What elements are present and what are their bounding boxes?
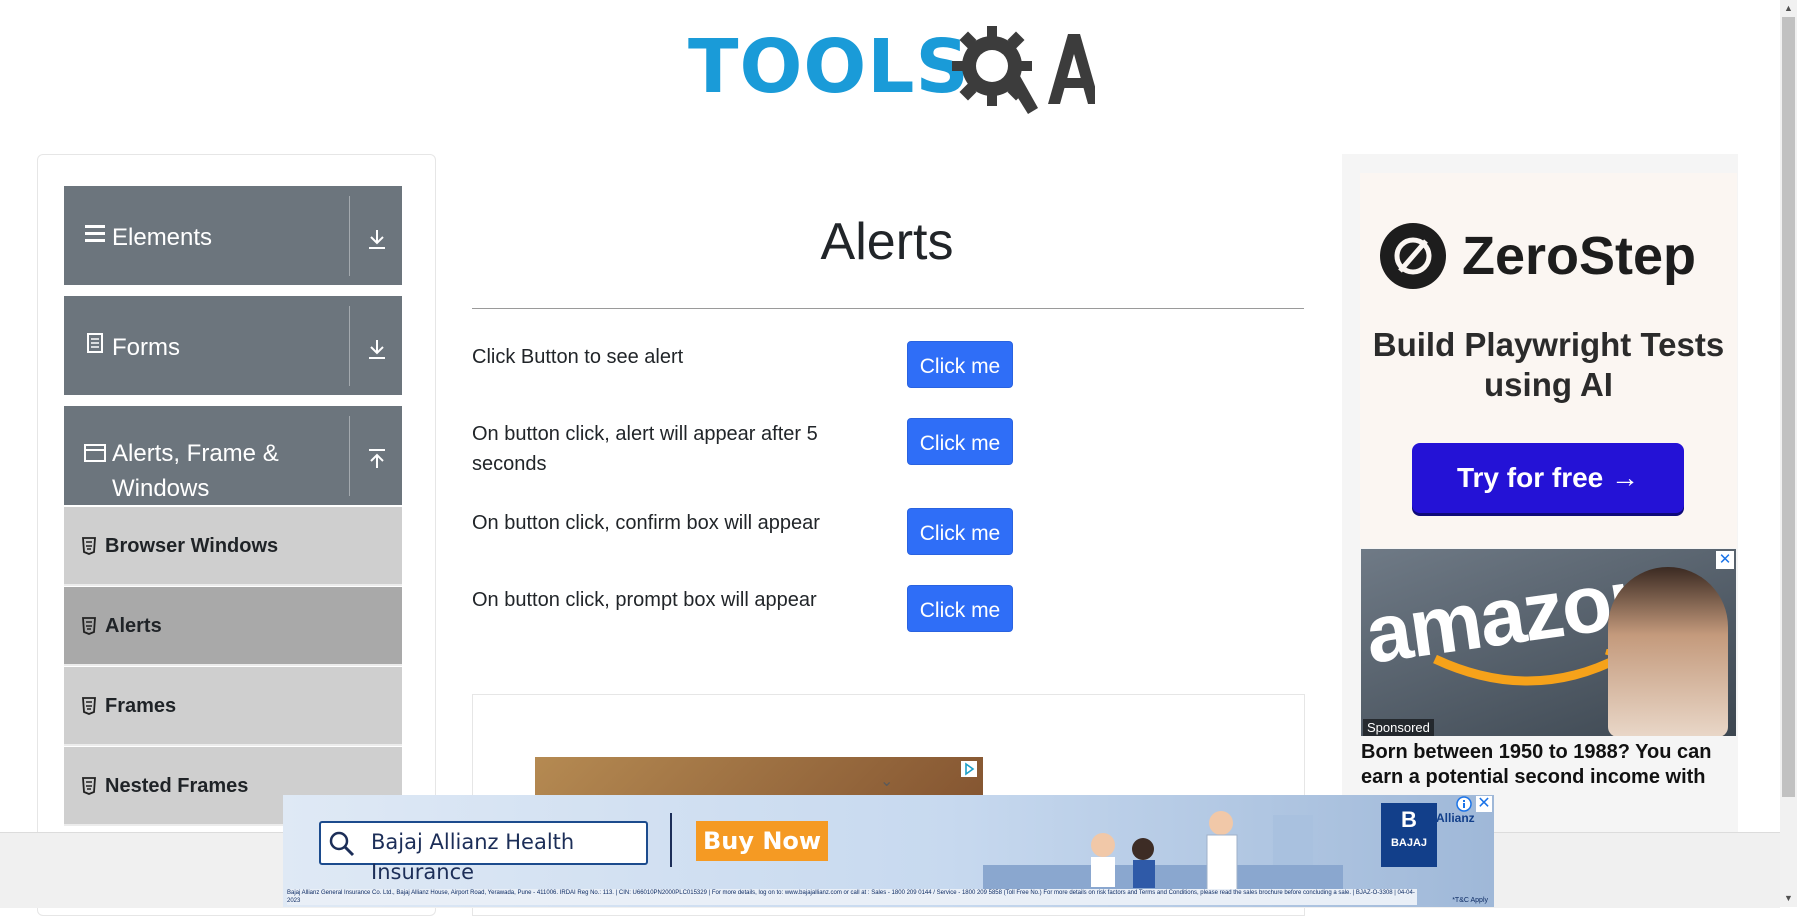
scroll-down-arrow-icon[interactable]: ▼ bbox=[1780, 890, 1797, 907]
hamburger-icon bbox=[85, 225, 105, 242]
zerostep-brand: ZeroStep bbox=[1462, 226, 1697, 286]
timer-alert-row-label: On button click, alert will appear after… bbox=[472, 423, 818, 475]
group-divider bbox=[349, 416, 350, 496]
sidebar-group-forms[interactable]: Forms bbox=[64, 296, 402, 395]
html5-icon bbox=[82, 617, 96, 635]
prompt-row-label: On button click, prompt box will appear bbox=[472, 589, 817, 611]
logo-gear-qa-icon bbox=[952, 26, 1095, 114]
timer-alert-button[interactable]: Click me bbox=[907, 418, 1013, 465]
sidebar-item-browser-windows[interactable]: Browser Windows bbox=[64, 507, 402, 586]
window-icon bbox=[84, 444, 106, 462]
close-icon[interactable]: ✕ bbox=[1716, 551, 1734, 569]
ad-search-text: Bajaj Allianz Health Insurance bbox=[371, 830, 575, 884]
group-divider bbox=[349, 306, 350, 386]
sidebar-group-label: Alerts, Frame & Windows bbox=[112, 436, 279, 506]
ad-separator bbox=[670, 813, 672, 867]
group-divider bbox=[349, 196, 350, 276]
confirm-row-label: On button click, confirm box will appear bbox=[472, 512, 820, 534]
html5-icon bbox=[82, 537, 96, 555]
bajaj-logo-text: BAJAJ bbox=[1390, 837, 1428, 849]
sidebar-group-label: Elements bbox=[112, 224, 213, 251]
search-icon bbox=[329, 831, 355, 857]
sidebar-group-alerts-frame-windows[interactable]: Alerts, Frame & Windows bbox=[64, 406, 402, 505]
alert-button[interactable]: Click me bbox=[907, 341, 1013, 388]
info-icon[interactable] bbox=[1456, 796, 1472, 812]
sidebar-item-label: Nested Frames bbox=[105, 775, 249, 797]
html5-icon bbox=[82, 777, 96, 795]
amazon-ad-headline[interactable]: Born between 1950 to 1988? You can earn … bbox=[1361, 740, 1739, 790]
sidebar-group-label-line1: Alerts, Frame & bbox=[112, 440, 279, 467]
ad-tc-text: *T&C Apply bbox=[1452, 897, 1488, 904]
zerostep-logo-icon bbox=[1380, 223, 1446, 289]
download-icon[interactable] bbox=[364, 226, 390, 252]
html5-icon bbox=[82, 697, 96, 715]
buy-now-button[interactable]: Buy Now bbox=[696, 821, 828, 861]
doctor-family-illustration-icon bbox=[983, 811, 1343, 895]
bajaj-allianz-banner-ad[interactable]: Bajaj Allianz Health Insurance Buy Now B… bbox=[283, 795, 1494, 907]
sidebar-item-label: Browser Windows bbox=[105, 535, 279, 557]
sidebar-item-label: Alerts bbox=[105, 615, 162, 637]
ad-fine-print: Bajaj Allianz General Insurance Co. Ltd.… bbox=[287, 889, 1417, 905]
sidebar-item-label: Frames bbox=[105, 695, 177, 717]
sidebar-group-elements[interactable]: Elements bbox=[64, 186, 402, 285]
try-for-free-button[interactable]: Try for free → bbox=[1412, 443, 1684, 513]
sidebar-item-frames[interactable]: Frames bbox=[64, 667, 402, 746]
bajaj-logo: B BAJAJ bbox=[1381, 803, 1437, 867]
page-title: Alerts bbox=[820, 213, 954, 271]
logo-text-tools: TOOLS bbox=[688, 24, 970, 110]
scrollbar-thumb[interactable] bbox=[1782, 17, 1795, 797]
prompt-button[interactable]: Click me bbox=[907, 585, 1013, 632]
title-divider bbox=[472, 308, 1304, 309]
upload-icon[interactable] bbox=[364, 446, 390, 472]
ad-search-box: Bajaj Allianz Health Insurance bbox=[319, 821, 648, 884]
download-icon[interactable] bbox=[364, 336, 390, 362]
toolsqa-logo[interactable]: TOOLS QA bbox=[688, 18, 1095, 118]
allianz-logo-text: Allianz bbox=[1436, 811, 1475, 825]
amazon-ad-image[interactable]: amazon ✕ Sponsored bbox=[1361, 549, 1736, 736]
close-icon[interactable]: ✕ bbox=[1476, 796, 1492, 812]
confirm-button[interactable]: Click me bbox=[907, 508, 1013, 555]
woman-photo bbox=[1608, 567, 1728, 736]
scroll-up-arrow-icon[interactable]: ▲ bbox=[1780, 0, 1797, 17]
alert-row-label: Click Button to see alert bbox=[472, 346, 684, 368]
sidebar-group-label-line2: Windows bbox=[112, 475, 210, 502]
document-icon bbox=[87, 333, 103, 353]
amazon-smile-icon bbox=[1433, 649, 1631, 686]
sidebar-item-alerts[interactable]: Alerts bbox=[64, 587, 402, 666]
page-scrollbar[interactable]: ▲ ▼ bbox=[1780, 0, 1797, 907]
sidebar-group-label: Forms bbox=[112, 334, 180, 361]
sponsored-label: Sponsored bbox=[1363, 719, 1434, 736]
adchoices-icon[interactable] bbox=[961, 761, 977, 777]
zerostep-tagline: Build Playwright Tests using AI bbox=[1372, 326, 1725, 403]
zerostep-ad[interactable]: ZeroStep Build Playwright Tests using AI… bbox=[1360, 173, 1737, 548]
chevron-down-icon[interactable]: ⌄ bbox=[880, 771, 893, 791]
